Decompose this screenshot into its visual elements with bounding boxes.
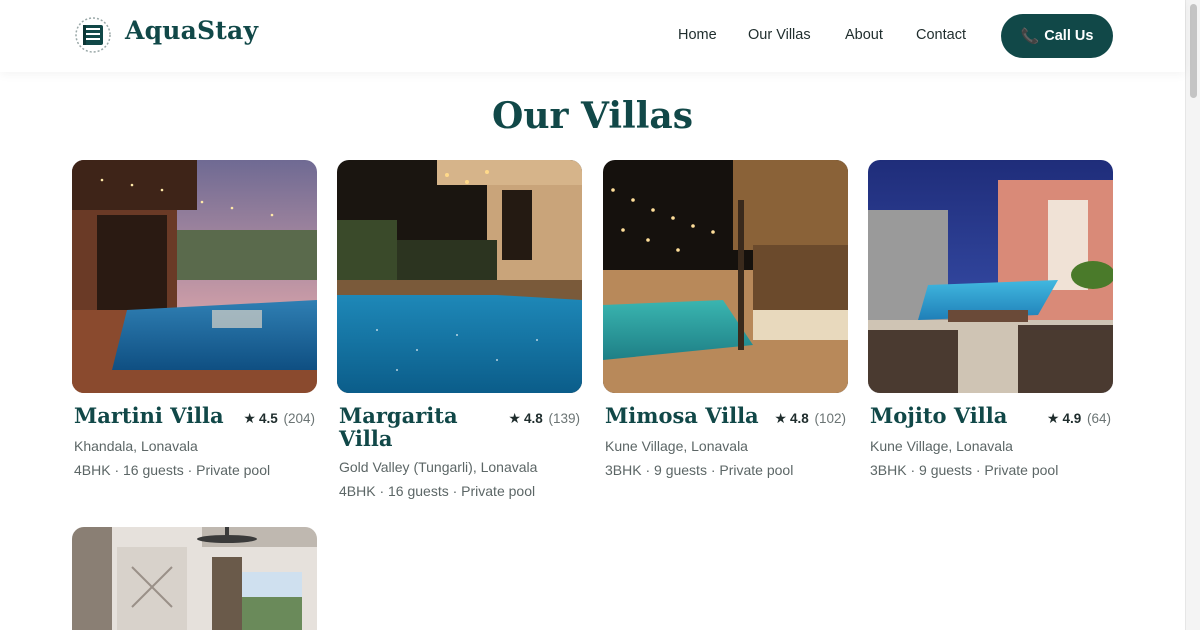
rating-score: 4.8 xyxy=(523,411,543,426)
villa-location: Gold Valley (Tungarli), Lonavala xyxy=(339,459,538,475)
nav-about[interactable]: About xyxy=(845,27,883,43)
review-count: (102) xyxy=(814,411,846,426)
nav-home[interactable]: Home xyxy=(678,27,717,43)
site-header: AquaStay Home Our Villas About Contact 📞… xyxy=(0,0,1185,72)
page-scrollbar[interactable] xyxy=(1185,0,1200,630)
review-count: (139) xyxy=(548,411,580,426)
building-logo-icon[interactable] xyxy=(74,16,112,54)
villa-name[interactable]: Martini Villa xyxy=(74,404,239,427)
villa-image-margarita[interactable] xyxy=(337,160,582,393)
review-count: (204) xyxy=(283,411,315,426)
villa-details: 3BHK · 9 guests · Private pool xyxy=(870,462,1059,478)
villa-details: 4BHK · 16 guests · Private pool xyxy=(74,462,271,478)
phone-icon: 📞 xyxy=(1020,28,1040,45)
villa-image-martini[interactable] xyxy=(72,160,317,393)
villa-name[interactable]: Mimosa Villa xyxy=(605,404,770,427)
rating-score: 4.9 xyxy=(1062,411,1082,426)
rating-score: 4.8 xyxy=(789,411,809,426)
star-icon: ★ xyxy=(243,410,256,426)
scrollbar-thumb[interactable] xyxy=(1190,4,1197,98)
nav-contact[interactable]: Contact xyxy=(916,27,966,43)
villa-rating: ★ 4.8 (102) xyxy=(774,410,846,427)
review-count: (64) xyxy=(1086,411,1111,426)
page-title: Our Villas xyxy=(492,95,693,137)
rating-score: 4.5 xyxy=(258,411,278,426)
villa-location: Khandala, Lonavala xyxy=(74,438,198,454)
villa-rating: ★ 4.9 (64) xyxy=(1047,410,1111,427)
villa-name[interactable]: Mojito Villa xyxy=(870,404,1035,427)
villa-location: Kune Village, Lonavala xyxy=(605,438,748,454)
call-us-label: Call Us xyxy=(1044,28,1094,44)
villa-rating: ★ 4.8 (139) xyxy=(508,410,580,427)
star-icon: ★ xyxy=(774,410,787,426)
villa-image-5[interactable] xyxy=(72,527,317,630)
villa-details: 4BHK · 16 guests · Private pool xyxy=(339,483,536,499)
villa-image-mimosa[interactable] xyxy=(603,160,848,393)
villa-image-mojito[interactable] xyxy=(868,160,1113,393)
star-icon: ★ xyxy=(1046,410,1060,426)
nav-our-villas[interactable]: Our Villas xyxy=(748,27,811,43)
villa-rating: ★ 4.5 (204) xyxy=(243,410,315,427)
call-us-button[interactable]: 📞 Call Us xyxy=(1001,14,1113,58)
brand-name[interactable]: AquaStay xyxy=(125,16,258,45)
star-icon: ★ xyxy=(508,410,521,426)
villa-details: 3BHK · 9 guests · Private pool xyxy=(605,462,794,478)
villa-name[interactable]: Margarita Villa xyxy=(339,404,504,450)
villa-location: Kune Village, Lonavala xyxy=(870,438,1013,454)
